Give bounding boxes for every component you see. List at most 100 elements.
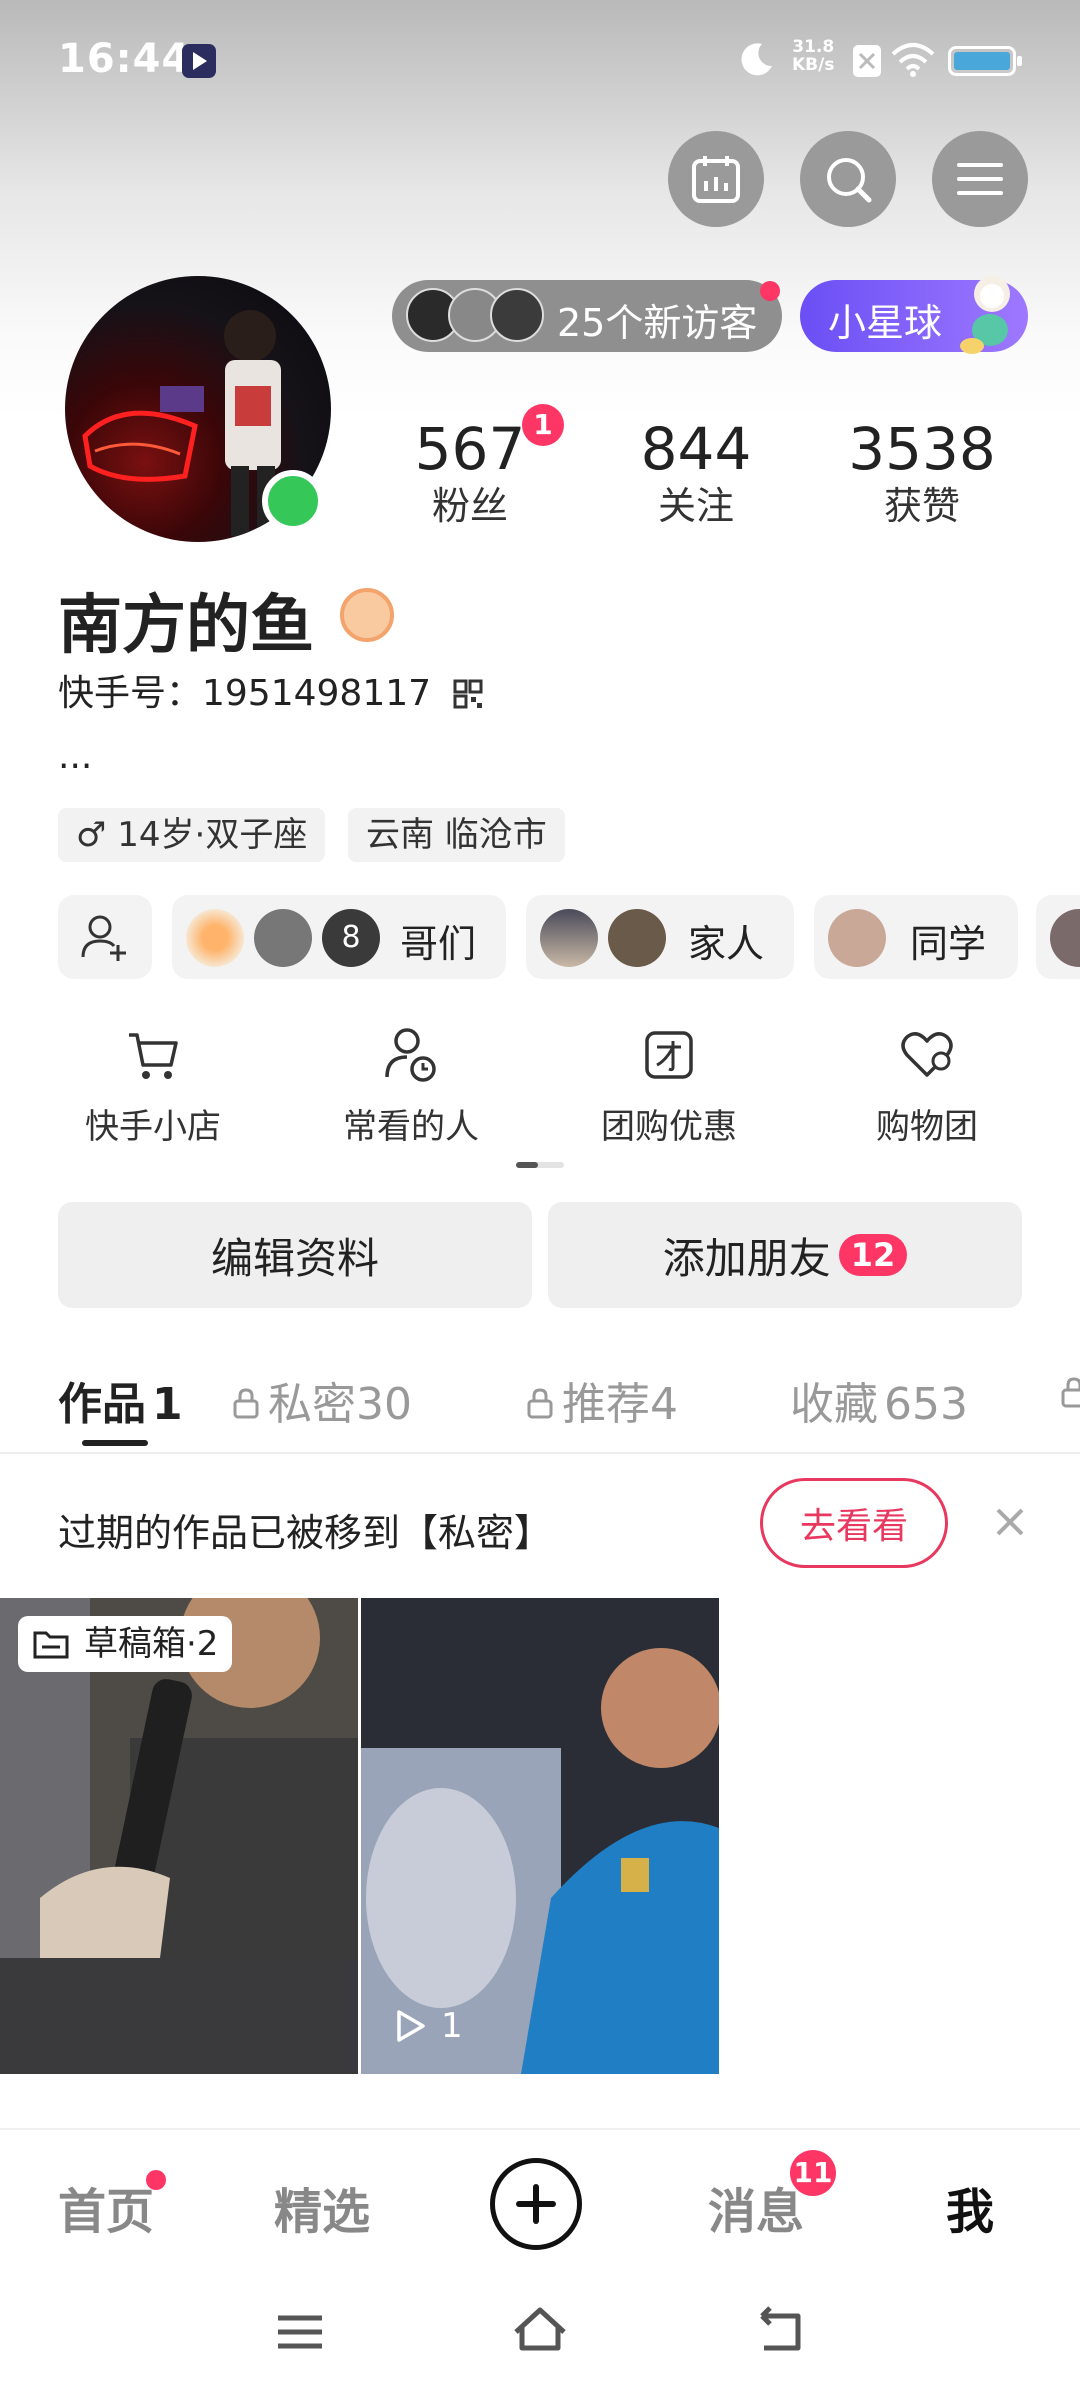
moon-icon [741, 43, 772, 76]
little-planet-button[interactable]: 小星球 [800, 276, 1028, 354]
group-member-avatar [254, 909, 312, 967]
menu-icon [957, 163, 1003, 195]
heart-icon [901, 1032, 953, 1077]
draft-box-label: 草稿箱·2 [18, 1616, 233, 1672]
group-label: 家人 [688, 922, 765, 966]
new-visitors-pill[interactable]: 25个新访客 [392, 280, 782, 352]
add-person-icon [81, 915, 126, 961]
add-friend-button[interactable]: 添加朋友 12 [548, 1202, 1022, 1308]
kuaishou-id[interactable]: 快手号：1951498117 [58, 664, 483, 716]
edit-profile-label: 编辑资料 [210, 1233, 379, 1283]
shortcut-label: 快手小店 [85, 1107, 221, 1147]
profile-name: 南方的鱼 [58, 589, 314, 663]
app-notification-icon [182, 44, 216, 78]
likes-label: 获赞 [883, 484, 960, 528]
draft-box-thumbnail[interactable]: 草稿箱·2 [0, 1598, 358, 2074]
shortcut-label: 常看的人 [343, 1107, 479, 1147]
video-thumbnail[interactable]: 1 [361, 1598, 719, 2074]
person-clock-icon [385, 1028, 436, 1082]
visitors-new-dot [760, 281, 780, 301]
shortcut-frequent[interactable]: 常看的人 [301, 1025, 521, 1148]
group-member-avatar [828, 909, 886, 967]
folder-icon [33, 1631, 69, 1659]
group-more[interactable] [1036, 895, 1080, 979]
lock-icon [233, 1388, 259, 1419]
shortcut-shop[interactable]: 快手小店 [43, 1025, 263, 1148]
back-icon[interactable] [750, 2300, 810, 2360]
tag-location: 云南 临沧市 [348, 808, 565, 862]
no-sim-icon [853, 45, 881, 77]
stat-likes[interactable]: 3538 获赞 [822, 414, 1022, 528]
qr-code-icon [453, 679, 482, 709]
fans-label: 粉丝 [431, 484, 508, 528]
shortcut-label: 购物团 [876, 1107, 978, 1147]
status-time: 16:44 [58, 36, 191, 82]
add-friend-label: 添加朋友 [662, 1233, 831, 1283]
play-icon [397, 2010, 425, 2042]
search-button[interactable] [800, 131, 896, 227]
badge-icon[interactable] [340, 588, 394, 642]
tab-private[interactable]: 私密30 [232, 1368, 412, 1432]
shortcut-shopping-group[interactable]: 购物团 [817, 1025, 1037, 1148]
shortcut-group-buy[interactable]: 团购优惠 [559, 1025, 779, 1148]
kuaishou-id-text: 快手号：1951498117 [58, 673, 432, 714]
group-member-avatar [1050, 909, 1080, 967]
battery-icon [948, 46, 1022, 76]
add-friend-badge: 12 [838, 1234, 908, 1276]
visitor-avatar [490, 288, 544, 342]
group-label: 同学 [910, 922, 987, 966]
tab-favorites[interactable]: 收藏 653 [790, 1368, 968, 1432]
group-family[interactable]: 家人 [526, 895, 794, 979]
lock-icon [1061, 1377, 1080, 1408]
video-photo [361, 1598, 719, 2074]
calendar-icon [692, 156, 740, 203]
recent-apps-icon[interactable] [270, 2300, 330, 2360]
edit-profile-button[interactable]: 编辑资料 [58, 1202, 532, 1308]
group-member-avatar [540, 909, 598, 967]
create-post-button[interactable] [490, 2158, 582, 2250]
visitors-label: 25个新访客 [557, 301, 758, 345]
group-classmates[interactable]: 同学 [814, 895, 1018, 979]
following-label: 关注 [657, 484, 734, 528]
group-member-avatar [186, 909, 244, 967]
group-buddies[interactable]: 8 哥们 [172, 895, 506, 979]
likes-count: 3538 [848, 415, 996, 483]
active-tab-indicator [82, 1440, 148, 1446]
lock-icon [527, 1388, 553, 1419]
tab-works[interactable]: 作品 1 [58, 1368, 183, 1432]
go-view-button[interactable]: 去看看 [760, 1478, 948, 1568]
group-label: 哥们 [400, 922, 477, 966]
group-member-avatar [608, 909, 666, 967]
home-new-dot [146, 2170, 166, 2190]
menu-button[interactable] [932, 131, 1028, 227]
fans-badge: 1 [522, 404, 564, 446]
wifi-icon [891, 43, 935, 77]
home-icon[interactable] [510, 2300, 570, 2360]
add-friend-group-button[interactable] [58, 895, 152, 979]
tab-recommended[interactable]: 推荐4 [526, 1368, 678, 1432]
tag-age-zodiac: ♂ 14岁·双子座 [58, 808, 326, 862]
nav-me[interactable]: 我 [946, 2172, 994, 2242]
net-speed: 31.8 KB/s [792, 37, 835, 75]
planet-character-icon [960, 276, 1010, 354]
planet-label: 小星球 [828, 301, 943, 345]
nav-messages[interactable]: 消息 [708, 2172, 804, 2242]
nav-home[interactable]: 首页 [58, 2172, 154, 2242]
bottom-nav-divider [0, 2128, 1080, 2130]
online-status-dot [262, 470, 324, 532]
nav-featured[interactable]: 精选 [274, 2172, 370, 2242]
expired-notice-text: 过期的作品已被移到【私密】 [58, 1511, 553, 1555]
messages-badge: 11 [790, 2150, 836, 2196]
search-icon [827, 158, 872, 203]
calendar-button[interactable] [668, 131, 764, 227]
profile-bio: ... [58, 736, 93, 777]
close-icon[interactable] [990, 1502, 1030, 1542]
shortcut-label: 团购优惠 [601, 1107, 737, 1147]
following-count: 844 [640, 415, 752, 483]
go-view-label: 去看看 [799, 1506, 908, 1547]
shortcut-pager [516, 1162, 564, 1168]
group-member-count: 8 [322, 909, 380, 967]
tab-divider [0, 1452, 1080, 1454]
status-bar: 16:44 31.8 KB/s [0, 0, 1080, 120]
stat-following[interactable]: 844 关注 [596, 414, 796, 528]
